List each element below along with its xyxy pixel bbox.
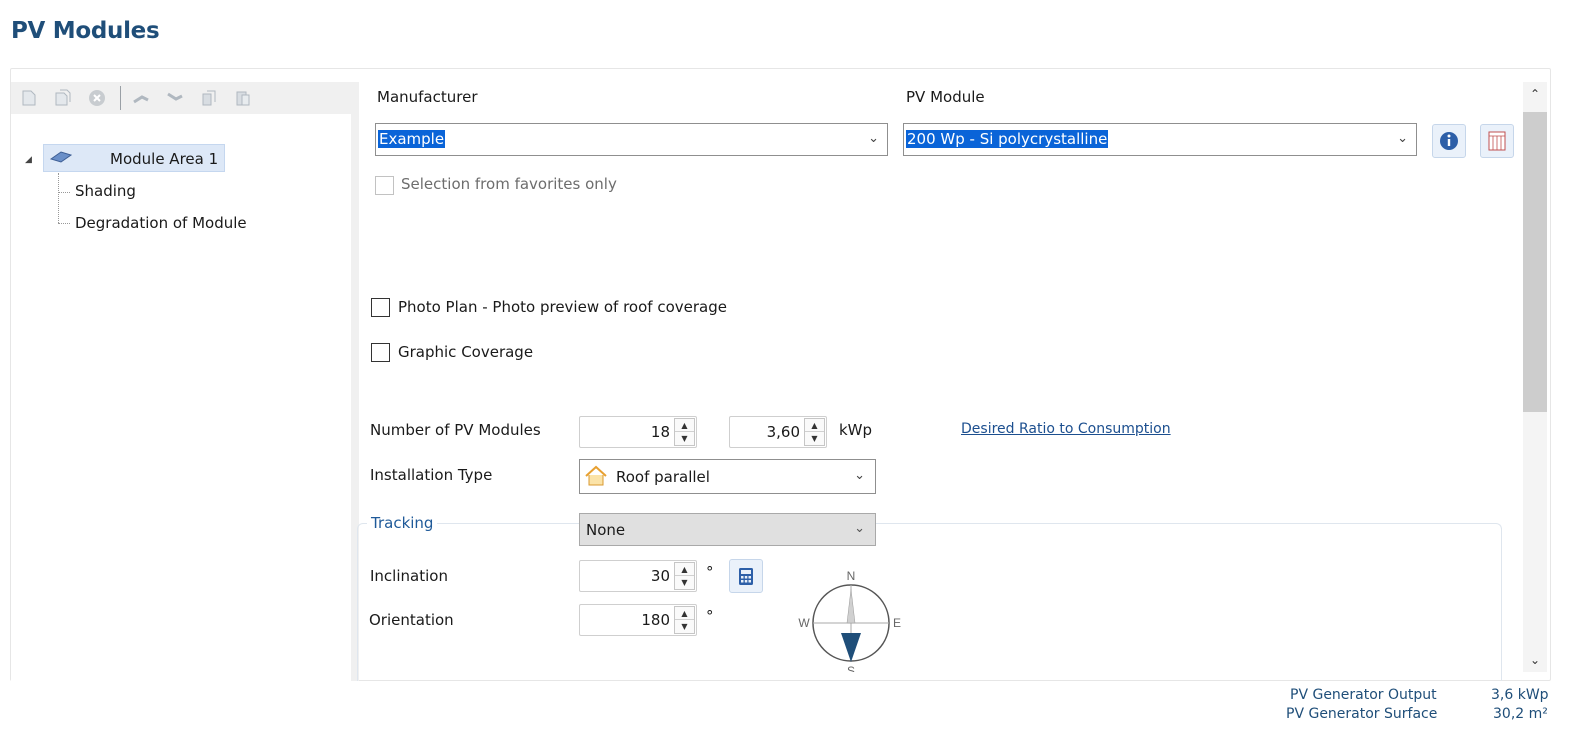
pv-surface-value: 30,2 m² [1493,706,1548,722]
table-icon [1488,131,1506,151]
scroll-down-icon[interactable]: ⌄ [1523,648,1547,672]
tree-expander-icon[interactable]: ◢ [25,155,32,165]
orientation-value: 180 [641,611,670,629]
delete-icon[interactable] [87,88,107,108]
compass-icon: N E S W [798,569,901,672]
tree-line [58,223,70,224]
pv-surface-label: PV Generator Surface [1286,706,1438,722]
page-title: PV Modules [11,18,160,44]
pv-module-icon [49,150,73,164]
copy-icon[interactable] [199,88,219,108]
tree-toolbar [11,82,351,114]
orientation-label: Orientation [369,611,454,629]
installation-type-label: Installation Type [370,466,493,484]
manufacturer-value: Example [378,130,446,148]
inclination-unit: ° [706,563,714,581]
module-info-button[interactable] [1432,124,1466,158]
tracking-value: None [586,521,626,539]
stepper-arrows[interactable]: ▲ ▼ [804,418,825,446]
stepper-up-icon: ▲ [675,607,694,620]
chevron-down-icon: ⌄ [854,521,865,536]
tracking-group [357,523,1502,681]
toolbar-separator [120,86,121,110]
pv-output-value: 3,6 kWp [1491,687,1549,703]
tree-panel: ◢ Module Area 1 Shading Degradation of M… [11,82,351,681]
copy-document-icon[interactable] [53,88,73,108]
compass-e: E [893,616,901,630]
tree-item-degradation[interactable]: Degradation of Module [75,214,247,232]
installation-type-dropdown[interactable]: Roof parallel ⌄ [579,459,876,494]
module-datasheet-button[interactable] [1480,124,1514,158]
stepper-down-icon: ▼ [681,434,688,443]
stepper-arrows[interactable]: ▲ ▼ [674,418,695,446]
favorites-only-label: Selection from favorites only [401,175,617,193]
stepper-down-icon: ▼ [811,434,818,443]
num-modules-stepper[interactable]: 18 ▲ ▼ [579,416,697,448]
stepper-arrows[interactable]: ▲ ▼ [674,562,695,590]
favorites-only-checkbox[interactable] [375,176,394,195]
scroll-up-icon[interactable]: ⌃ [1523,82,1547,106]
pv-module-label: PV Module [906,88,985,106]
kwp-value: 3,60 [766,423,800,441]
kwp-stepper[interactable]: 3,60 ▲ ▼ [729,416,827,448]
compass-s: S [847,664,855,672]
vertical-scrollbar[interactable]: ⌃ ⌄ [1523,82,1547,672]
photo-plan-label: Photo Plan - Photo preview of roof cover… [398,298,727,316]
stepper-arrows[interactable]: ▲ ▼ [674,606,695,634]
inclination-stepper[interactable]: 30 ▲ ▼ [579,560,697,592]
orientation-stepper[interactable]: 180 ▲ ▼ [579,604,697,636]
chevron-down-icon: ⌄ [868,131,879,146]
inclination-label: Inclination [370,567,448,585]
desired-ratio-link[interactable]: Desired Ratio to Consumption [961,421,1171,437]
info-icon [1440,132,1458,150]
compass-n: N [847,569,856,583]
graphic-coverage-checkbox[interactable] [371,343,390,362]
stepper-down-icon: ▼ [681,578,688,587]
tree-line [58,192,70,193]
stepper-up-icon: ▲ [675,419,694,432]
move-up-icon[interactable] [131,88,151,108]
num-modules-value: 18 [650,423,670,441]
scrollbar-thumb[interactable] [1523,112,1547,412]
compass-needle [841,633,861,662]
stepper-up-icon: ▲ [675,563,694,576]
chevron-down-icon: ⌄ [1397,131,1408,146]
move-down-icon[interactable] [165,88,185,108]
stepper-down-icon: ▼ [681,622,688,631]
paste-icon[interactable] [233,88,253,108]
new-document-icon[interactable] [19,88,39,108]
tree-item-label: Module Area 1 [110,150,219,168]
inclination-value: 30 [650,567,670,585]
stepper-up-icon: ▲ [805,419,824,432]
chevron-down-icon: ⌄ [854,468,865,483]
installation-type-value: Roof parallel [616,468,710,486]
photo-plan-checkbox[interactable] [371,298,390,317]
manufacturer-dropdown[interactable]: Example ⌄ [375,123,888,156]
inclination-calculator-button[interactable] [729,559,763,593]
tracking-dropdown[interactable]: None ⌄ [579,513,876,546]
orientation-unit: ° [706,607,714,625]
tree-line [58,173,59,223]
kwp-unit: kWp [839,421,873,439]
compass-w: W [798,616,810,630]
pv-module-value: 200 Wp - Si polycrystalline [906,130,1109,148]
graphic-coverage-label: Graphic Coverage [398,343,534,361]
tree-item-shading[interactable]: Shading [75,182,136,200]
house-icon [583,463,609,493]
calculator-icon [739,568,753,585]
pv-module-dropdown[interactable]: 200 Wp - Si polycrystalline ⌄ [903,123,1417,156]
num-modules-label: Number of PV Modules [370,421,541,439]
manufacturer-label: Manufacturer [377,88,478,106]
tracking-group-title: Tracking [367,514,438,532]
pv-output-label: PV Generator Output [1290,687,1437,703]
